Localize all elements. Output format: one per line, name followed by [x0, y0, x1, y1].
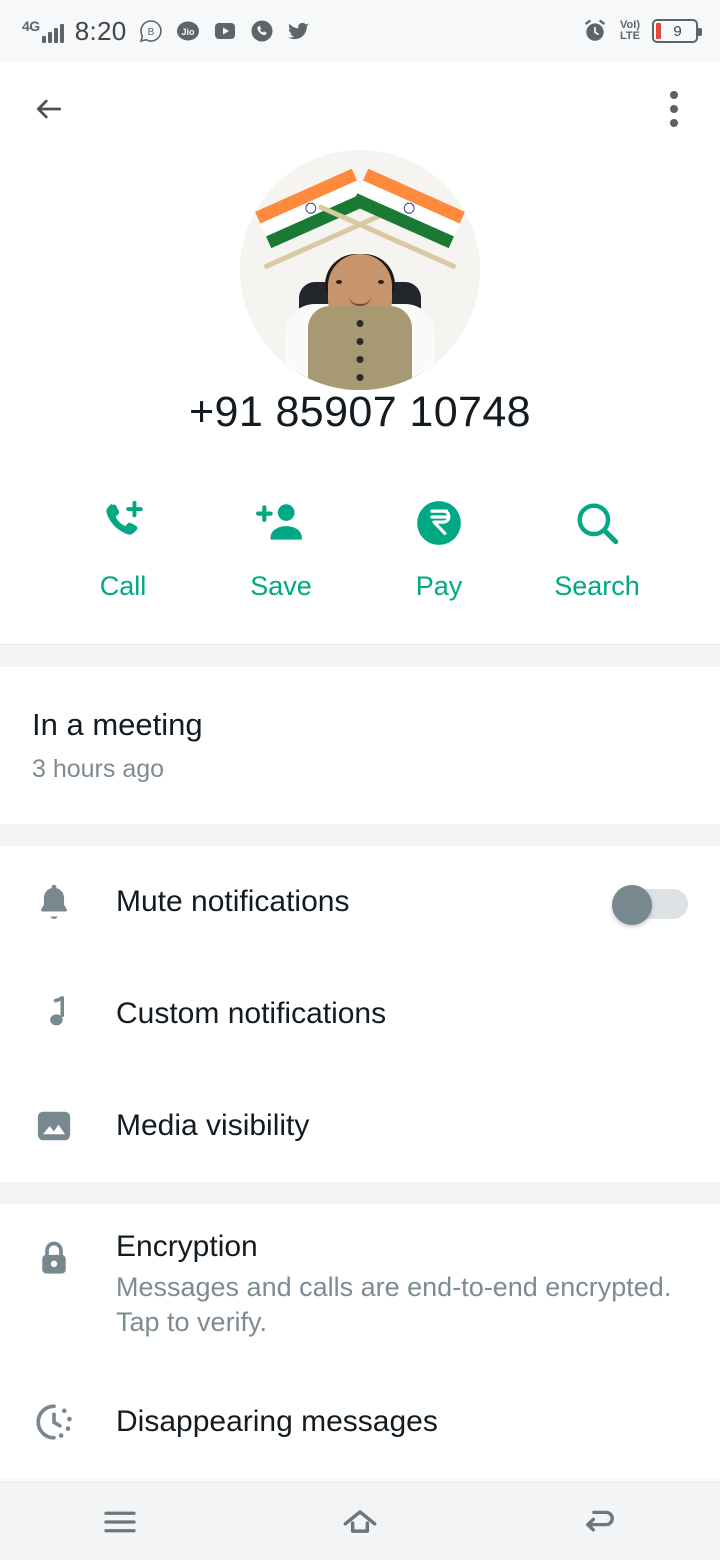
bell-icon — [32, 880, 116, 924]
avatar[interactable] — [240, 150, 480, 390]
setting-label-wrap: Custom notifications — [116, 997, 688, 1031]
setting-row-media-visibility[interactable]: Media visibility — [0, 1070, 720, 1182]
phone-add-icon — [98, 497, 148, 549]
alarm-clock-icon — [582, 18, 608, 44]
music-note-icon — [32, 992, 116, 1036]
search-button-label: Search — [554, 571, 640, 601]
rupee-circle-icon — [414, 497, 464, 549]
status-text: In a meeting — [32, 707, 203, 742]
android-navigation-bar — [0, 1482, 720, 1560]
more-vertical-icon[interactable] — [654, 86, 694, 132]
status-bar: 4G 8:20 B Jio VoI) LTE 9 — [0, 0, 720, 62]
save-button[interactable]: Save — [221, 497, 341, 602]
section-gap — [0, 824, 720, 846]
network-type-label: 4G — [22, 18, 40, 34]
call-button-label: Call — [99, 571, 147, 601]
profile-header-card: +91 85907 10748 Call Save Pay Search — [0, 62, 720, 644]
person-add-icon — [256, 497, 306, 549]
setting-label: Media visibility — [116, 1109, 310, 1142]
notification-settings-section: Mute notifications Custom notifications … — [0, 846, 720, 1182]
setting-row-encryption[interactable]: Encryption Messages and calls are end-to… — [0, 1204, 720, 1366]
about-status-section[interactable]: In a meeting 3 hours ago — [0, 667, 720, 824]
setting-label-wrap: Media visibility — [116, 1109, 688, 1143]
setting-row-disappearing-messages[interactable]: Disappearing messages — [0, 1366, 720, 1478]
whatsapp-contact-info-screen: 4G 8:20 B Jio VoI) LTE 9 +91 85907 10748… — [0, 0, 720, 1560]
timer-icon — [32, 1400, 116, 1444]
privacy-section: Encryption Messages and calls are end-to… — [0, 1204, 720, 1479]
setting-label-wrap: Disappearing messages — [116, 1405, 688, 1439]
svg-text:B: B — [147, 27, 154, 38]
quick-actions-bar: Call Save Pay Search — [0, 455, 720, 636]
battery-indicator: 9 — [652, 19, 702, 43]
phone-call-icon — [249, 18, 275, 44]
status-bar-left: 4G 8:20 B Jio — [22, 18, 582, 44]
volte-indicator: VoI) LTE — [620, 19, 640, 42]
page-title: +91 85907 10748 — [189, 388, 531, 436]
twitter-icon — [286, 18, 312, 44]
home-icon[interactable] — [300, 1483, 420, 1560]
lock-icon — [32, 1230, 116, 1280]
search-icon — [572, 497, 622, 549]
call-button[interactable]: Call — [63, 497, 183, 602]
setting-label: Mute notifications — [116, 885, 350, 918]
search-button[interactable]: Search — [537, 497, 657, 602]
jio-icon: Jio — [175, 18, 201, 44]
pay-button[interactable]: Pay — [379, 497, 499, 602]
setting-label: Custom notifications — [116, 997, 387, 1030]
profile-photo[interactable] — [240, 150, 480, 390]
signal-bars-icon — [41, 23, 64, 43]
encryption-body: Encryption Messages and calls are end-to… — [116, 1230, 688, 1340]
back-arrow-icon[interactable] — [26, 86, 72, 132]
encryption-title: Encryption — [116, 1230, 258, 1263]
app-bar — [0, 62, 720, 132]
encryption-subtitle: Messages and calls are end-to-end encryp… — [116, 1272, 672, 1338]
status-item[interactable]: In a meeting 3 hours ago — [0, 667, 720, 824]
status-bar-right: VoI) LTE 9 — [582, 18, 702, 44]
status-bar-clock: 8:20 — [74, 16, 127, 46]
battery-percent-label: 9 — [673, 22, 682, 40]
youtube-icon — [212, 18, 238, 44]
svg-text:Jio: Jio — [181, 27, 195, 37]
chat-b-icon: B — [138, 18, 164, 44]
section-gap — [0, 1182, 720, 1204]
setting-label: Disappearing messages — [116, 1405, 438, 1439]
setting-row-custom-notifications[interactable]: Custom notifications — [0, 958, 720, 1070]
content-scroll-area[interactable]: +91 85907 10748 Call Save Pay Search In … — [0, 62, 720, 1482]
save-button-label: Save — [250, 571, 312, 601]
menu-icon[interactable] — [60, 1483, 180, 1560]
toggle-knob — [612, 885, 652, 925]
image-icon — [32, 1104, 116, 1148]
setting-label-wrap: Mute notifications — [116, 885, 612, 919]
back-nav-icon[interactable] — [540, 1483, 660, 1560]
nehru-jacket — [308, 306, 412, 390]
mute-notifications-toggle[interactable] — [612, 885, 688, 925]
setting-row-mute-notifications[interactable]: Mute notifications — [0, 846, 720, 958]
status-timestamp: 3 hours ago — [32, 755, 165, 783]
signal-strength-indicator: 4G — [22, 19, 64, 43]
pay-button-label: Pay — [415, 571, 463, 601]
section-gap — [0, 645, 720, 667]
